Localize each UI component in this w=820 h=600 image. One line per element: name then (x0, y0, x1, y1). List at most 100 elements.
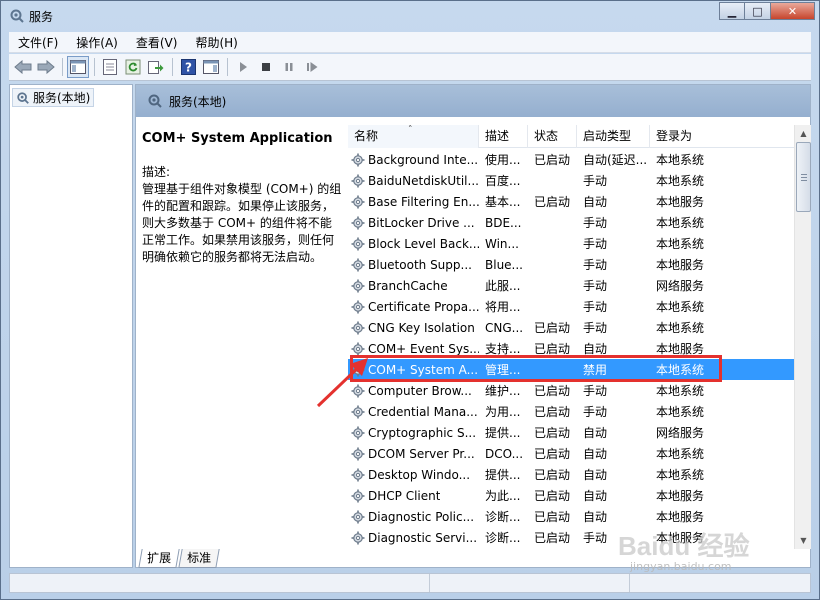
cell-description: Win... (485, 236, 519, 251)
cell-log-on-as: 本地系统 (656, 153, 705, 167)
menu-help[interactable]: 帮助(H) (186, 34, 246, 51)
column-header-startup-type[interactable]: 启动类型 (577, 125, 650, 148)
scroll-up-arrow-icon[interactable]: ▲ (795, 125, 812, 142)
service-name: Base Filtering En... (368, 194, 479, 209)
menu-action[interactable]: 操作(A) (67, 34, 127, 51)
cell-description: 诊断... (485, 531, 521, 545)
tab-extended[interactable]: 扩展 (138, 549, 180, 568)
status-segment (10, 574, 430, 592)
cell-status: 已启动 (534, 489, 571, 503)
description-label: 描述: (142, 165, 171, 179)
annotation-highlight-box (350, 355, 722, 382)
tree-item-services-local[interactable]: 服务(本地) (12, 88, 95, 107)
cell-status: 已启动 (534, 384, 571, 398)
service-gear-icon (351, 258, 365, 271)
pause-service-button[interactable] (278, 56, 300, 78)
table-row[interactable]: DCOM Server Pr... DCO... 已启动 自动 本地系统 (348, 443, 795, 464)
table-row[interactable]: Base Filtering En... 基本... 已启动 自动 本地服务 (348, 191, 795, 212)
help-icon: ? (180, 59, 196, 75)
toolbar-separator (227, 58, 228, 76)
menu-view[interactable]: 查看(V) (127, 34, 187, 51)
show-action-pane-button[interactable] (200, 56, 222, 78)
cell-name: BranchCache (348, 279, 479, 293)
service-name: Credential Mana... (368, 404, 478, 419)
services-table: 名称 ˄ 描述 状态 启动类型 登录为 Background Inte... 使用… (348, 125, 795, 549)
refresh-button[interactable] (122, 56, 144, 78)
table-row[interactable]: Background Inte... 使用... 已启动 自动(延迟... 本地系统 (348, 149, 795, 170)
properties-button[interactable] (99, 56, 121, 78)
column-header-status[interactable]: 状态 (528, 125, 577, 148)
service-name: BitLocker Drive ... (368, 215, 475, 230)
scrollbar-grip (801, 177, 807, 178)
cell-name: Desktop Windo... (348, 468, 479, 482)
services-gear-icon (148, 94, 162, 108)
toolbar-separator (172, 58, 173, 76)
pause-icon (285, 63, 293, 71)
maximize-button[interactable]: □ (745, 2, 771, 20)
table-row[interactable]: Credential Mana... 为用... 已启动 手动 本地系统 (348, 401, 795, 422)
scrollbar-thumb[interactable] (796, 142, 811, 212)
cell-startup-type: 手动 (583, 258, 608, 272)
table-row[interactable]: Block Level Back... Win... 手动 本地系统 (348, 233, 795, 254)
minimize-button[interactable]: ▁ (719, 2, 745, 20)
cell-log-on-as: 本地系统 (656, 174, 705, 188)
menu-file[interactable]: 文件(F) (9, 34, 67, 51)
table-row[interactable]: Desktop Windo... 提供... 已启动 自动 本地系统 (348, 464, 795, 485)
service-gear-icon (351, 489, 365, 502)
column-header-description[interactable]: 描述 (479, 125, 528, 148)
scroll-down-arrow-icon[interactable]: ▼ (795, 532, 812, 549)
service-name: COM+ Event Sys... (368, 341, 479, 356)
table-row[interactable]: Certificate Propa... 将用... 手动 本地系统 (348, 296, 795, 317)
cell-description: 使用... (485, 153, 521, 167)
cell-log-on-as: 本地服务 (656, 510, 705, 524)
cell-log-on-as: 本地系统 (656, 237, 705, 251)
close-button[interactable]: ✕ (771, 2, 815, 20)
service-gear-icon (351, 468, 365, 481)
vertical-scrollbar[interactable]: ▲ ▼ (794, 125, 811, 549)
column-header-name[interactable]: 名称 ˄ (348, 125, 479, 148)
services-window: 服务 ▁ □ ✕ 文件(F) 操作(A) 查看(V) 帮助(H) ? 服务(本地… (0, 0, 820, 600)
cell-description: 此服... (485, 279, 521, 293)
restart-service-button[interactable] (301, 56, 323, 78)
cell-description: DCO... (485, 446, 524, 461)
cell-name: Background Inte... (348, 153, 479, 167)
column-header-log-on-as[interactable]: 登录为 (650, 125, 795, 148)
table-row[interactable]: Computer Brow... 维护... 已启动 手动 本地系统 (348, 380, 795, 401)
cell-log-on-as: 本地系统 (656, 321, 705, 335)
table-row[interactable]: Diagnostic Polic... 诊断... 已启动 自动 本地服务 (348, 506, 795, 527)
cell-description: 提供... (485, 426, 521, 440)
cell-name: Base Filtering En... (348, 195, 479, 209)
column-header-label: 名称 (354, 129, 379, 143)
cell-log-on-as: 本地系统 (656, 384, 705, 398)
title-bar: 服务 ▁ □ ✕ (1, 1, 819, 31)
service-gear-icon (351, 510, 365, 523)
export-list-button[interactable] (145, 56, 167, 78)
table-body: Background Inte... 使用... 已启动 自动(延迟... 本地系统 Ba… (348, 149, 795, 548)
stop-service-button[interactable] (255, 56, 277, 78)
service-gear-icon (351, 321, 365, 334)
cell-description: BDE... (485, 215, 522, 230)
table-row[interactable]: BranchCache 此服... 手动 网络服务 (348, 275, 795, 296)
table-row[interactable]: Diagnostic Servi... 诊断... 已启动 手动 本地服务 (348, 527, 795, 548)
cell-status: 已启动 (534, 405, 571, 419)
cell-description: 百度... (485, 174, 521, 188)
cell-log-on-as: 本地系统 (656, 300, 705, 314)
cell-name: BitLocker Drive ... (348, 216, 479, 230)
table-row[interactable]: Cryptographic S... 提供... 已启动 自动 网络服务 (348, 422, 795, 443)
table-row[interactable]: BaiduNetdiskUtil... 百度... 手动 本地系统 (348, 170, 795, 191)
table-row[interactable]: CNG Key Isolation CNG... 已启动 手动 本地系统 (348, 317, 795, 338)
toolbar-separator (62, 58, 63, 76)
cell-log-on-as: 本地服务 (656, 195, 705, 209)
show-console-tree-button[interactable] (67, 56, 89, 78)
start-service-button[interactable] (232, 56, 254, 78)
services-gear-icon (10, 9, 24, 23)
back-button[interactable] (12, 56, 34, 78)
table-row[interactable]: BitLocker Drive ... BDE... 手动 本地系统 (348, 212, 795, 233)
service-name: Bluetooth Supp... (368, 257, 472, 272)
service-gear-icon (351, 153, 365, 166)
help-button[interactable]: ? (177, 56, 199, 78)
tab-standard[interactable]: 标准 (178, 549, 220, 568)
table-row[interactable]: DHCP Client 为此... 已启动 自动 本地服务 (348, 485, 795, 506)
forward-button[interactable] (35, 56, 57, 78)
table-row[interactable]: Bluetooth Supp... Blue... 手动 本地服务 (348, 254, 795, 275)
